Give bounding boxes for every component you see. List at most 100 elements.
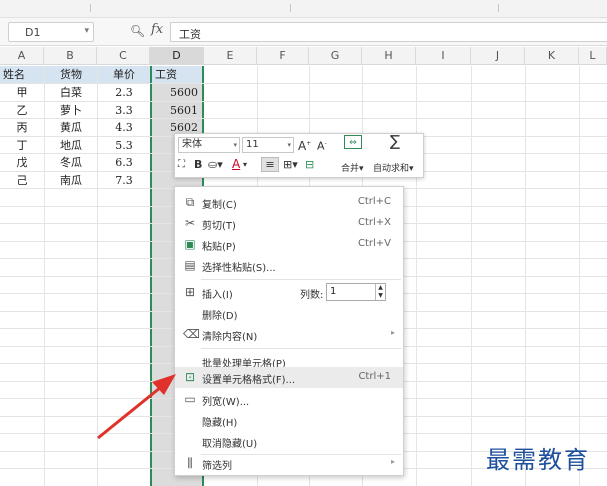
- chevron-down-icon[interactable]: ▾: [84, 26, 89, 36]
- strip-divider: [90, 4, 91, 12]
- menu-item-cut[interactable]: ✂ 剪切(T) Ctrl+X: [175, 213, 403, 234]
- fill-color-icon[interactable]: ⛀▾: [208, 158, 223, 172]
- table-header-cell[interactable]: 姓名: [0, 66, 44, 83]
- formula-input[interactable]: 工资: [170, 22, 607, 42]
- menu-item-shortcut: Ctrl+1: [358, 371, 391, 382]
- merge-label[interactable]: 合并▾: [341, 161, 364, 174]
- insert-icon: ⊞: [184, 285, 196, 299]
- decrease-font-size-icon[interactable]: A-: [317, 137, 327, 154]
- menu-item-label: 设置单元格格式(F)...: [202, 375, 296, 386]
- table-header-cell[interactable]: 单价: [98, 66, 150, 83]
- menu-item-label: 删除(D): [202, 311, 238, 322]
- font-size-value: 11: [246, 139, 259, 150]
- columns-count-value: 1: [330, 286, 337, 297]
- column-header-i[interactable]: I: [416, 47, 471, 65]
- column-header-f[interactable]: F: [257, 47, 309, 65]
- menu-item-paste-special[interactable]: ▤ 选择性粘贴(S)...: [175, 255, 403, 276]
- menu-item-shortcut: Ctrl+X: [357, 217, 391, 228]
- column-header-j[interactable]: J: [471, 47, 525, 65]
- table-cell[interactable]: 白菜: [45, 84, 97, 101]
- menu-separator: [201, 348, 401, 349]
- table-header-cell[interactable]: 货物: [45, 66, 97, 83]
- column-header-g[interactable]: G: [309, 47, 362, 65]
- table-cell[interactable]: 乙: [0, 102, 44, 119]
- context-menu: ⧉ 复制(C) Ctrl+C ✂ 剪切(T) Ctrl+X ▣ 粘贴(P) Ct…: [174, 186, 404, 476]
- menu-item-insert[interactable]: ⊞ 插入(I) 列数: 1 ▲ ▼: [175, 282, 403, 303]
- column-header-c[interactable]: C: [97, 47, 150, 65]
- column-header-e[interactable]: E: [204, 47, 257, 65]
- table-cell[interactable]: 2.3: [98, 84, 150, 101]
- table-cell[interactable]: 甲: [0, 84, 44, 101]
- column-header-k[interactable]: K: [525, 47, 579, 65]
- name-box-value: D1: [25, 26, 41, 39]
- column-header-a[interactable]: A: [0, 47, 44, 65]
- font-name-select[interactable]: 宋体 ▾: [178, 137, 240, 153]
- table-cell[interactable]: 丁: [0, 137, 44, 154]
- table-cell[interactable]: 萝卜: [45, 102, 97, 119]
- copy-icon: ⧉: [185, 195, 195, 209]
- column-header-h[interactable]: H: [362, 47, 416, 65]
- menu-item-copy[interactable]: ⧉ 复制(C) Ctrl+C: [175, 192, 403, 213]
- table-cell[interactable]: 5601: [152, 102, 202, 119]
- format-painter-icon[interactable]: ⛶: [178, 158, 185, 172]
- formula-value: 工资: [179, 28, 201, 41]
- menu-item-paste[interactable]: ▣ 粘贴(P) Ctrl+V: [175, 234, 403, 255]
- chevron-down-icon[interactable]: ▾: [243, 158, 247, 172]
- merge-split-icon[interactable]: ⊟: [305, 158, 314, 172]
- menu-item-unhide[interactable]: 取消隐藏(U): [175, 431, 403, 452]
- zoom-icon[interactable]: 🔍︎: [130, 24, 145, 38]
- table-cell[interactable]: 己: [0, 172, 44, 189]
- chevron-down-icon: ▾: [287, 141, 291, 149]
- bold-button[interactable]: B: [194, 158, 202, 172]
- strip-divider: [290, 4, 291, 12]
- table-cell[interactable]: 地瓜: [45, 137, 97, 154]
- table-cell[interactable]: 6.3: [98, 154, 150, 171]
- increase-font-size-icon[interactable]: A+: [298, 137, 311, 153]
- autosum-label[interactable]: 自动求和▾: [373, 161, 414, 174]
- menu-item-shortcut: Ctrl+V: [357, 238, 391, 249]
- menu-item-hide[interactable]: 隐藏(H): [175, 410, 403, 431]
- menu-item-clear-contents[interactable]: ⌫ 清除内容(N) ▸: [175, 324, 403, 345]
- chevron-down-icon: ▾: [233, 141, 237, 149]
- table-cell[interactable]: 黄瓜: [45, 119, 97, 136]
- table-cell[interactable]: 冬瓜: [45, 154, 97, 171]
- merge-cells-icon[interactable]: ⇔: [344, 135, 362, 149]
- table-cell[interactable]: 丙: [0, 119, 44, 136]
- filter-icon: ⫼: [187, 456, 193, 470]
- submenu-arrow-icon: ▸: [390, 457, 395, 466]
- columns-count-stepper[interactable]: 1 ▲ ▼: [326, 283, 386, 301]
- table-header-cell[interactable]: 工资: [152, 66, 202, 83]
- table-cell[interactable]: 戊: [0, 154, 44, 171]
- menu-item-label: 隐藏(H): [202, 418, 238, 429]
- table-cell[interactable]: 南瓜: [45, 172, 97, 189]
- menu-item-label: 粘贴(P): [202, 242, 236, 253]
- table-cell[interactable]: 5.3: [98, 137, 150, 154]
- column-header-b[interactable]: B: [44, 47, 97, 65]
- name-box[interactable]: D1 ▾: [8, 22, 94, 42]
- table-cell[interactable]: 7.3: [98, 172, 150, 189]
- submenu-arrow-icon: ▸: [390, 328, 395, 337]
- fx-icon[interactable]: fx: [151, 22, 163, 37]
- column-header-l[interactable]: L: [579, 47, 607, 65]
- menu-item-label: 取消隐藏(U): [202, 439, 258, 450]
- table-cell[interactable]: 5600: [152, 84, 202, 101]
- menu-item-column-width[interactable]: ▭ 列宽(W)...: [175, 389, 403, 410]
- menu-item-filter-column[interactable]: ⫼ 筛选列 ▸: [175, 453, 403, 474]
- menu-separator: [201, 279, 401, 280]
- spinner-icon[interactable]: ▲ ▼: [375, 284, 385, 300]
- table-cell[interactable]: 4.3: [98, 119, 150, 136]
- autosum-icon[interactable]: ∑: [390, 134, 400, 149]
- font-size-select[interactable]: 11 ▾: [242, 137, 294, 153]
- top-toolbar-strip: [0, 0, 607, 18]
- align-center-icon[interactable]: ≡: [261, 157, 279, 172]
- font-color-button[interactable]: A: [232, 157, 240, 171]
- paste-icon: ▣: [184, 237, 196, 251]
- menu-item-format-cells[interactable]: ⊡ 设置单元格格式(F)... Ctrl+1: [175, 367, 403, 388]
- column-header-d[interactable]: D: [150, 47, 204, 65]
- menu-item-label: 选择性粘贴(S)...: [202, 263, 276, 274]
- table-cell[interactable]: 3.3: [98, 102, 150, 119]
- menu-item-delete[interactable]: 删除(D): [175, 303, 403, 324]
- borders-icon[interactable]: ⊞▾: [283, 158, 298, 172]
- mini-format-toolbar: 宋体 ▾ 11 ▾ A+ A- ⇔ ∑ ⛶ B ⛀▾ A ▾ ≡ ⊞▾ ⊟ 合并…: [174, 133, 424, 178]
- menu-item-label: 列宽(W)...: [202, 397, 250, 408]
